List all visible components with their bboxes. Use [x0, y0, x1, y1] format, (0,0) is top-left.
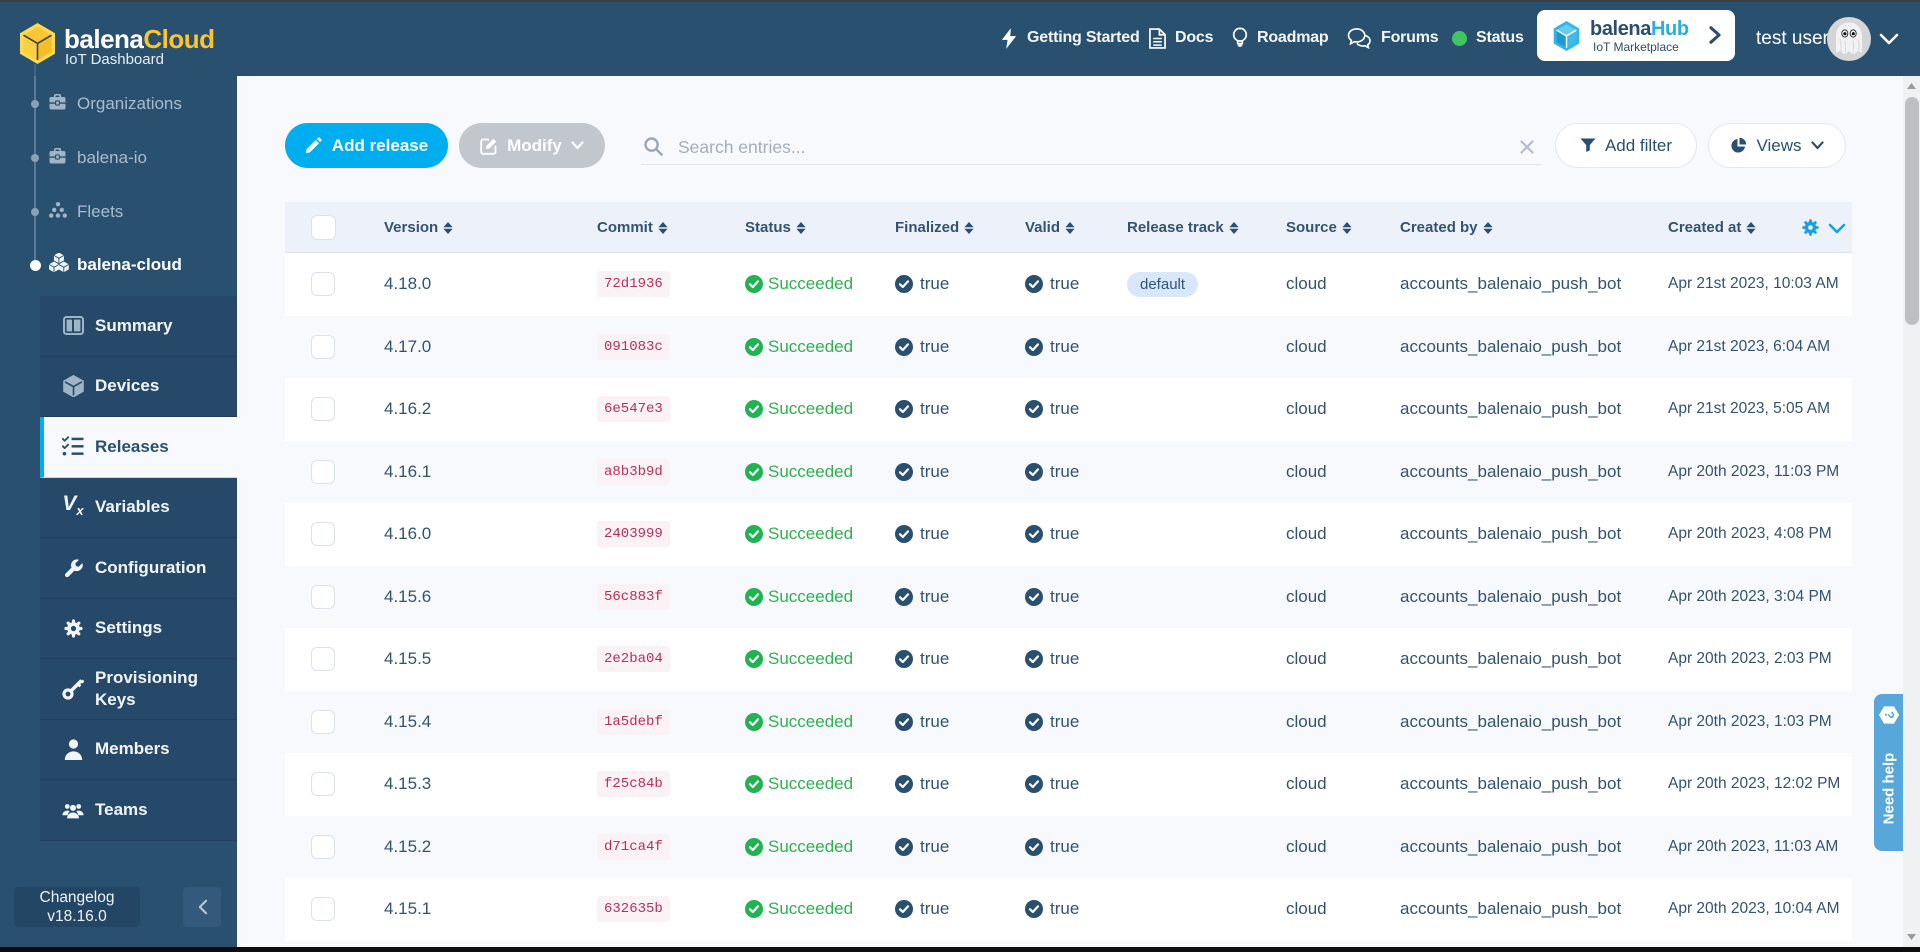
svg-text:?: ? — [1882, 711, 1897, 719]
